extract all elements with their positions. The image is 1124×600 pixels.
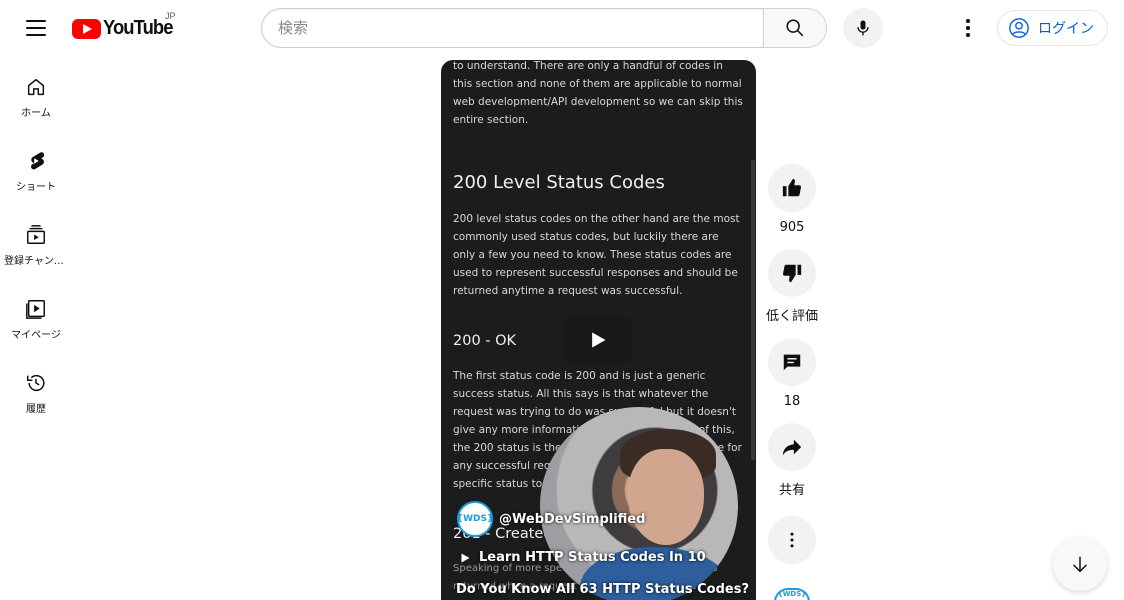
voice-search-button[interactable] [843,8,883,48]
dot [966,33,970,37]
search-button[interactable] [763,8,827,48]
mic-icon [857,20,869,36]
like-count: 905 [779,220,805,235]
dot [966,26,970,30]
next-video-button[interactable] [1053,537,1107,591]
dislike-label: 低く評価 [766,309,819,324]
video-title[interactable]: Do You Know All 63 HTTP Status Codes? [456,582,749,597]
dot [966,19,970,23]
library-icon [26,300,45,319]
shorts-video-player[interactable]: to understand. There are only a handful … [441,60,756,600]
sidebar-item-shorts[interactable]: ショート [0,130,72,204]
region-code: JP [165,11,176,21]
comment-icon [783,354,801,371]
youtube-logo[interactable]: YouTube [72,17,179,40]
dislike-circle [768,249,816,297]
thumbs-up-icon [782,178,802,197]
sidebar-item-subscriptions[interactable]: 登録チャンネル [0,204,72,278]
shorts-icon [31,152,45,170]
like-button[interactable]: 905 [766,164,818,235]
channel-name[interactable]: @WebDevSimplified [499,512,645,527]
doc-scrollbar [751,160,755,460]
sidebar-item-library[interactable]: マイページ [0,278,72,352]
sidebar-item-label: 登録チャンネル [4,256,68,267]
doc-heading: 200 Level Status Codes [453,172,665,193]
logo-text: YouTube [103,17,173,39]
share-icon [782,439,802,456]
masthead: YouTube JP ログイン [0,0,1124,56]
playlist-link[interactable]: Learn HTTP Status Codes In 10 [459,550,706,565]
play-icon [592,332,606,348]
share-circle [768,423,816,471]
menu-line [26,27,46,29]
comments-button[interactable]: 18 [766,338,818,409]
like-circle [768,164,816,212]
more-vert-icon [790,532,794,548]
doc-text: to understand. There are only a handful … [453,60,743,126]
mini-guide: ホーム ショート 登録チャンネル マイページ 履歴 [0,56,72,426]
sidebar-item-history[interactable]: 履歴 [0,352,72,426]
history-icon [27,375,45,392]
guide-menu-button[interactable] [20,12,52,44]
subscriptions-icon [27,225,45,244]
sidebar-item-label: マイページ [11,330,61,341]
login-label: ログイン [1038,21,1094,37]
play-button[interactable] [564,316,632,364]
doc-text: 200 level status codes on the other hand… [453,213,740,297]
search-box [261,8,827,48]
doc-heading: 200 - OK [453,333,517,349]
thumbs-down-icon [782,264,802,283]
arrow-down-icon [1073,556,1087,573]
channel-avatar[interactable]: {WDS} [457,501,493,537]
account-icon [1009,18,1029,38]
sidebar-item-label: 履歴 [26,404,46,415]
action-bar: 905 低く評価 18 共有 [766,164,818,512]
playlist-label: Learn HTTP Status Codes In 10 [479,550,706,565]
home-icon [27,78,45,96]
dislike-button[interactable]: 低く評価 [766,249,818,324]
share-label: 共有 [778,483,805,498]
sidebar-item-home[interactable]: ホーム [0,56,72,130]
sidebar-item-label: ホーム [21,108,51,119]
settings-more-button[interactable] [952,12,984,44]
share-button[interactable]: 共有 [766,423,818,498]
search-input[interactable] [261,8,763,48]
login-button[interactable]: ログイン [997,10,1108,46]
comment-count: 18 [783,394,801,409]
more-actions-button[interactable] [768,516,816,564]
menu-line [26,34,46,36]
youtube-play-icon [72,18,101,39]
comments-circle [768,338,816,386]
play-small-icon [461,553,470,562]
sidebar-item-label: ショート [16,182,56,193]
channel-info[interactable]: {WDS} @WebDevSimplified [457,501,645,537]
menu-line [26,20,46,22]
channel-avatar-small[interactable]: {WDS} [774,588,810,600]
search-icon [786,19,804,37]
